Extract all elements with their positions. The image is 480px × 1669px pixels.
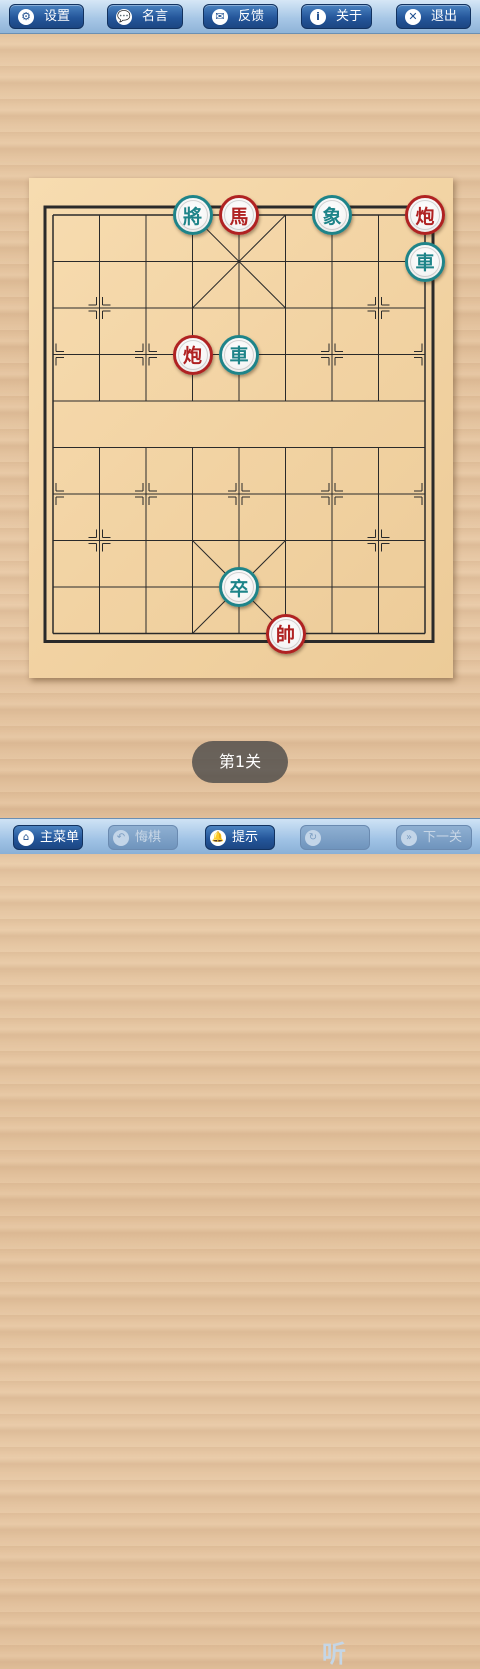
black-piece[interactable]: 車 — [405, 241, 445, 282]
quotes-label: 名言 — [142, 9, 169, 24]
level-label: 第1关 — [218, 752, 262, 771]
black-piece[interactable]: 象 — [312, 195, 352, 235]
piece-label: 帥 — [275, 624, 295, 646]
feedback-button[interactable]: ✉ 反馈 — [203, 4, 278, 29]
about-label: 关于 — [336, 9, 363, 24]
hint-button[interactable]: 🔔 提示 — [205, 825, 275, 850]
piece-label: 將 — [182, 205, 202, 228]
piece-label: 炮 — [415, 205, 435, 228]
next-level-button[interactable]: » 下一关 — [396, 825, 472, 850]
feedback-label: 反馈 — [238, 9, 265, 24]
piece-label: 車 — [415, 252, 435, 274]
home-icon: ⌂ — [18, 829, 34, 846]
hint-label: 提示 — [232, 830, 259, 845]
level-indicator: 第1关 — [192, 741, 288, 783]
next-level-label: 下一关 — [423, 830, 463, 845]
bell-icon: 🔔 — [210, 829, 226, 846]
red-piece[interactable]: 帥 — [265, 613, 306, 654]
undo-button[interactable]: ↶ 悔棋 — [108, 825, 178, 850]
black-piece[interactable]: 卒 — [219, 567, 259, 607]
piece-label: 車 — [229, 345, 249, 367]
chess-board: 將馬象炮車炮車卒帥 — [29, 178, 453, 678]
piece-label: 卒 — [229, 577, 249, 600]
settings-label: 设置 — [44, 9, 71, 24]
close-icon: ✕ — [405, 8, 421, 25]
restart-button[interactable]: ↻ — [300, 825, 370, 850]
red-piece[interactable]: 炮 — [172, 334, 213, 375]
exit-label: 退出 — [431, 9, 458, 24]
envelope-icon: ✉ — [212, 8, 228, 25]
bottom-toolbar: ⌂ 主菜单 ↶ 悔棋 🔔 提示 ↻ » 下一关 听 — [0, 818, 480, 1668]
watermark-logo: 听 — [322, 1640, 346, 1668]
info-icon: i — [310, 8, 326, 25]
red-piece[interactable]: 炮 — [405, 195, 445, 235]
about-button[interactable]: i 关于 — [301, 4, 372, 29]
red-piece[interactable]: 馬 — [219, 195, 259, 235]
black-piece[interactable]: 將 — [172, 195, 213, 235]
main-menu-label: 主菜单 — [40, 830, 80, 845]
gear-icon: ⚙ — [18, 8, 34, 25]
piece-label: 炮 — [182, 345, 202, 367]
top-toolbar: ⚙ 设置 💬 名言 ✉ 反馈 i 关于 ✕ 退出 — [0, 0, 480, 34]
undo-icon: ↶ — [113, 829, 129, 846]
settings-button[interactable]: ⚙ 设置 — [9, 4, 84, 29]
quotes-button[interactable]: 💬 名言 — [107, 4, 183, 29]
black-piece[interactable]: 車 — [219, 334, 259, 375]
forward-icon: » — [401, 829, 417, 846]
refresh-icon: ↻ — [305, 829, 321, 846]
speech-bubble-icon: 💬 — [116, 8, 132, 25]
piece-label: 象 — [322, 205, 342, 228]
undo-label: 悔棋 — [135, 830, 162, 845]
main-menu-button[interactable]: ⌂ 主菜单 — [13, 825, 83, 850]
exit-button[interactable]: ✕ 退出 — [396, 4, 471, 29]
piece-label: 馬 — [229, 205, 249, 228]
